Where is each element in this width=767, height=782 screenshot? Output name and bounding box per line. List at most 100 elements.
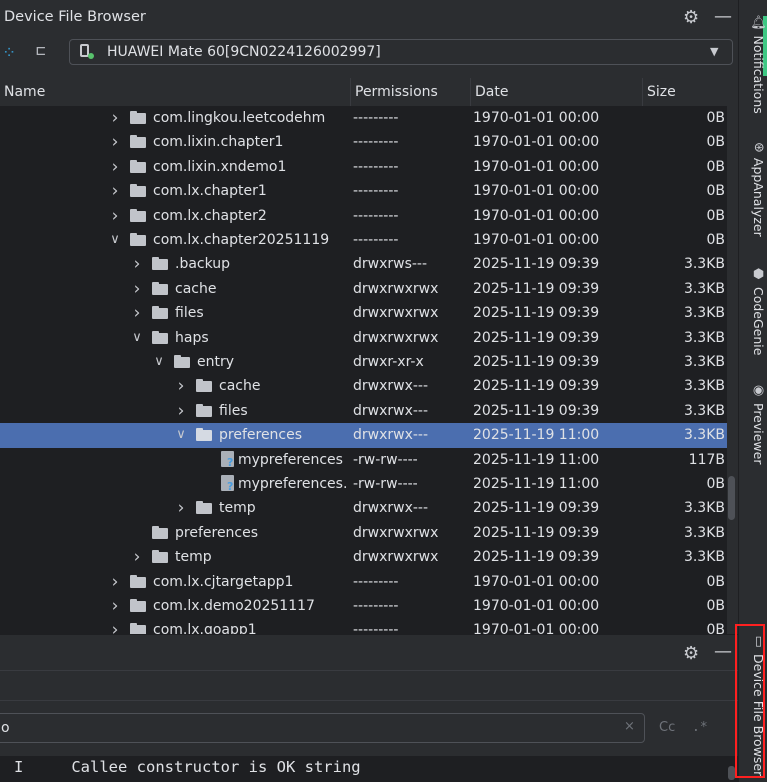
cell-permissions: -rw-rw---- <box>353 476 418 492</box>
folder-row[interactable]: ∨ com.lx.chapter20251119 --------- 1970-01-… <box>0 228 727 252</box>
file-name: files <box>219 402 248 419</box>
cell-size: 0B <box>706 573 725 590</box>
chevron-right-icon[interactable]: › <box>108 204 122 228</box>
settings-gear-icon[interactable]: ⚙ <box>683 7 699 28</box>
tool-tab-notifications[interactable]: 🔔︎ Notifications <box>740 14 766 114</box>
log-filter-input[interactable] <box>0 713 645 743</box>
cell-date: 2025-11-19 09:39 <box>473 524 600 541</box>
tool-tab-codegenie[interactable]: ⬢ CodeGenie <box>740 267 766 355</box>
folder-row[interactable]: › com.lixin.xndemo1 --------- 1970-01-01 00… <box>0 155 727 179</box>
folder-row[interactable]: › files drwxrwxrwx 2025-11-19 09:39 3.3KB <box>0 301 727 325</box>
chevron-right-icon[interactable]: › <box>130 277 144 301</box>
cell-date: 1970-01-01 00:00 <box>473 110 600 126</box>
file-name: com.lx.chapter2 <box>153 207 267 224</box>
cell-date: 2025-11-19 11:00 <box>473 451 600 468</box>
minimize-icon[interactable]: — <box>714 6 732 27</box>
highlight-box <box>735 624 765 778</box>
eye-icon: ◉ <box>751 383 766 398</box>
cell-permissions: --------- <box>353 622 399 634</box>
device-name: HUAWEI Mate 60[9CN0224126002997] <box>107 44 381 60</box>
folder-row[interactable]: preferences drwxrwxrwx 2025-11-19 09:39 3.3… <box>0 521 727 545</box>
log-toolbar <box>0 670 738 701</box>
cell-date: 1970-01-01 00:00 <box>473 598 600 614</box>
column-header-size[interactable]: Size <box>642 78 727 106</box>
tool-tab-label: Notifications <box>751 35 766 114</box>
folder-row[interactable]: › com.lx.demo20251117 --------- 1970-01-01 … <box>0 594 727 618</box>
log-scrollbar[interactable] <box>728 766 735 780</box>
file-name: files <box>175 305 204 322</box>
chevron-down-icon[interactable]: ∨ <box>174 423 188 447</box>
column-header-permissions[interactable]: Permissions <box>350 78 470 106</box>
cell-date: 2025-11-19 09:39 <box>473 549 600 566</box>
chevron-down-icon[interactable]: ∨ <box>108 228 122 252</box>
folder-row[interactable]: › com.lx.cjtargetapp1 --------- 1970-01-01 … <box>0 570 727 594</box>
folder-row[interactable]: › com.lx.chapter1 --------- 1970-01-01 00:0… <box>0 179 727 203</box>
folder-row[interactable]: › com.lx.goapp1 --------- 1970-01-01 00:00 0… <box>0 618 727 634</box>
tool-tab-previewer[interactable]: ◉ Previewer <box>740 383 766 465</box>
chevron-down-icon[interactable]: ∨ <box>130 326 144 350</box>
folder-row[interactable]: › com.lx.chapter2 --------- 1970-01-01 00:0… <box>0 204 727 228</box>
chevron-right-icon[interactable]: › <box>108 130 122 154</box>
chevron-right-icon[interactable]: › <box>174 399 188 423</box>
table-scrollbar[interactable] <box>728 476 735 520</box>
log-settings-gear-icon[interactable]: ⚙ <box>683 643 699 664</box>
folder-row[interactable]: ∨ entry drwxr-xr-x 2025-11-19 09:39 3.3KB <box>0 350 727 374</box>
folder-row[interactable]: › .backup drwxrws--- 2025-11-19 09:39 3.3KB <box>0 252 727 276</box>
chevron-right-icon[interactable]: › <box>130 301 144 325</box>
tool-tab-label: AppAnalyzer <box>751 157 766 237</box>
cell-size: 0B <box>706 158 725 175</box>
cell-size: 3.3KB <box>683 329 725 346</box>
cell-permissions: drwxrwxrwx <box>353 305 439 322</box>
folder-row[interactable]: ∨ haps drwxrwxrwx 2025-11-19 09:39 3.3KB <box>0 326 727 350</box>
match-case-toggle[interactable]: Cc <box>659 720 675 735</box>
chevron-right-icon[interactable]: › <box>108 618 122 634</box>
cell-size: 0B <box>706 110 725 126</box>
file-name: mypreferences <box>238 451 343 468</box>
chevron-right-icon[interactable]: › <box>108 594 122 618</box>
folder-icon <box>130 208 146 222</box>
folder-row[interactable]: › temp drwxrwxrwx 2025-11-19 09:39 3.3KB <box>0 545 727 569</box>
clear-filter-icon[interactable]: × <box>624 719 635 734</box>
cell-date: 1970-01-01 00:00 <box>473 232 600 248</box>
chevron-right-icon[interactable]: › <box>130 545 144 569</box>
regex-toggle[interactable]: .* <box>692 720 708 735</box>
folder-row[interactable]: › cache drwxrwxrwx 2025-11-19 09:39 3.3KB <box>0 277 727 301</box>
file-row[interactable]: mypreferences. -rw-rw---- 2025-11-19 11:00… <box>0 472 727 496</box>
cell-date: 1970-01-01 00:00 <box>473 158 600 175</box>
unknown-file-icon <box>221 450 234 469</box>
folder-row[interactable]: › com.lingkou.leetcodehm --------- 1970-01-… <box>0 106 727 130</box>
chevron-down-icon[interactable]: ∨ <box>152 350 166 374</box>
file-row[interactable]: mypreferences -rw-rw---- 2025-11-19 11:00 1… <box>0 448 727 472</box>
tree-view-icon[interactable]: ⊏ <box>36 41 46 60</box>
cell-permissions: drwxrwxrwx <box>353 524 439 541</box>
file-name: entry <box>197 354 235 370</box>
folder-icon <box>130 111 146 124</box>
column-header-name[interactable]: Name <box>0 78 350 106</box>
folder-row[interactable]: › files drwxrwx--- 2025-11-19 09:39 3.3KB <box>0 399 727 423</box>
folder-row[interactable]: ∨ preferences drwxrwx--- 2025-11-19 11:00 3.… <box>0 423 727 448</box>
column-header-date[interactable]: Date <box>470 78 642 106</box>
device-dropdown[interactable]: HUAWEI Mate 60[9CN0224126002997] ▼ <box>69 39 733 65</box>
grid-view-icon[interactable]: ⁘ <box>2 43 16 63</box>
cell-permissions: --------- <box>353 232 399 248</box>
cell-size: 0B <box>706 207 725 224</box>
log-minimize-icon[interactable]: — <box>714 641 732 662</box>
chevron-right-icon[interactable]: › <box>108 155 122 179</box>
file-name: com.lixin.chapter1 <box>153 134 284 151</box>
cell-permissions: drwxrwx--- <box>353 500 429 517</box>
file-table: Name Permissions Date Size › com.lingkou.… <box>0 78 727 634</box>
chevron-right-icon[interactable]: › <box>108 179 122 203</box>
file-name: com.lx.goapp1 <box>153 622 257 634</box>
tool-tab-appanalyzer[interactable]: ⊛ AppAnalyzer <box>740 142 766 237</box>
chevron-right-icon[interactable]: › <box>174 496 188 520</box>
folder-icon <box>152 525 168 539</box>
cell-size: 3.3KB <box>683 549 725 566</box>
chevron-right-icon[interactable]: › <box>108 106 122 130</box>
file-name: cache <box>219 378 261 395</box>
folder-row[interactable]: › com.lixin.chapter1 --------- 1970-01-01 0… <box>0 130 727 154</box>
folder-row[interactable]: › temp drwxrwx--- 2025-11-19 09:39 3.3KB <box>0 496 727 520</box>
chevron-right-icon[interactable]: › <box>130 252 144 276</box>
chevron-right-icon[interactable]: › <box>108 570 122 594</box>
folder-row[interactable]: › cache drwxrwx--- 2025-11-19 09:39 3.3KB <box>0 374 727 398</box>
chevron-right-icon[interactable]: › <box>174 374 188 398</box>
